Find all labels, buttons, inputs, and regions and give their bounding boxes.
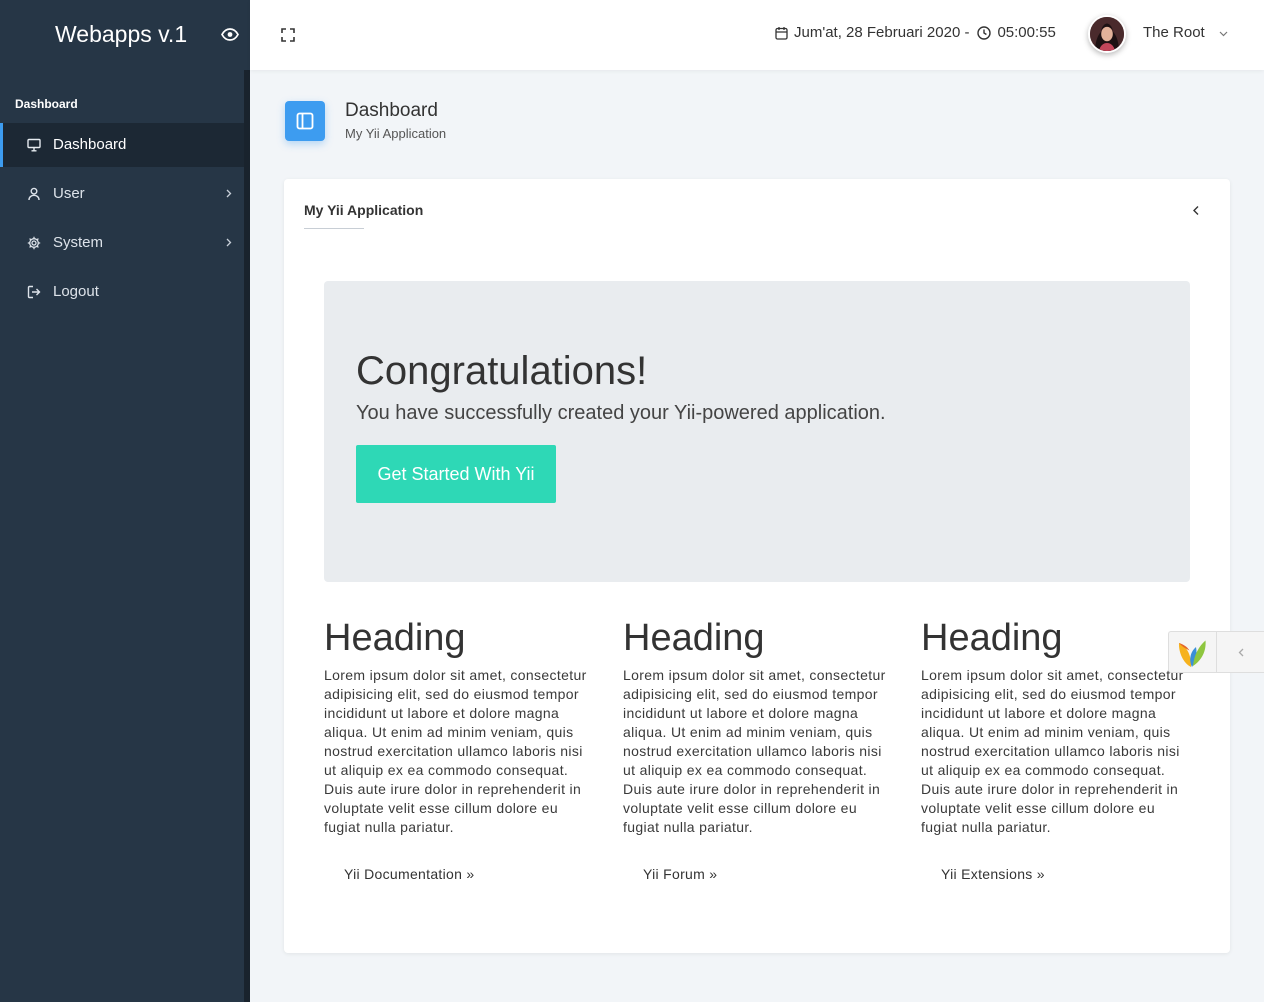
yii-extensions-link[interactable]: Yii Extensions » <box>941 864 1045 884</box>
top-navbar: Jum'at, 28 Februari 2020 - 05:00:55 The … <box>250 0 1264 70</box>
fullscreen-icon[interactable] <box>281 28 295 42</box>
card-title: My Yii Application <box>304 202 424 218</box>
chevron-right-icon <box>226 238 232 247</box>
page-header-icon <box>285 101 325 141</box>
column-body: Lorem ipsum dolor sit amet, consectetur … <box>324 667 587 835</box>
avatar[interactable] <box>1088 15 1126 53</box>
column-heading: Heading <box>623 617 765 659</box>
sidebar-item-label: System <box>53 234 104 251</box>
sidebar-item-label: Dashboard <box>53 136 127 153</box>
yii-forum-link[interactable]: Yii Forum » <box>643 864 717 884</box>
page-subtitle: My Yii Application <box>345 126 447 141</box>
feature-column: Heading Lorem ipsum dolor sit amet, cons… <box>324 617 589 897</box>
app-title: Webapps v.1 <box>55 21 188 47</box>
user-icon <box>27 187 41 201</box>
clock-icon <box>977 26 992 40</box>
user-menu[interactable]: The Root <box>1088 15 1238 55</box>
chevron-down-icon <box>1219 31 1228 37</box>
sidebar-section-label: Dashboard <box>15 97 78 111</box>
date-text: Jum'at, 28 Februari 2020 - <box>794 24 970 41</box>
feature-column: Heading Lorem ipsum dolor sit amet, cons… <box>921 617 1186 897</box>
column-heading: Heading <box>324 617 466 659</box>
debug-toolbar-toggle[interactable] <box>1217 632 1264 672</box>
page-title: Dashboard <box>345 100 438 121</box>
sidebar-scrollbar[interactable] <box>244 70 250 1002</box>
user-name: The Root <box>1143 24 1205 41</box>
chevron-left-icon[interactable] <box>1192 205 1200 216</box>
jumbotron-heading: Congratulations! <box>356 349 648 393</box>
sidebar-item-user[interactable]: User <box>0 172 244 216</box>
feature-column: Heading Lorem ipsum dolor sit amet, cons… <box>623 617 888 897</box>
jumbotron: Congratulations! You have successfully c… <box>324 281 1190 582</box>
yii-logo-button[interactable] <box>1169 632 1216 672</box>
monitor-icon <box>27 138 41 152</box>
card-title-underline <box>304 228 364 229</box>
calendar-icon <box>775 26 788 40</box>
sidebar: Webapps v.1 Dashboard Dashboard User Sys… <box>0 0 250 1002</box>
column-heading: Heading <box>921 617 1063 659</box>
gear-icon <box>27 236 41 250</box>
logout-icon <box>27 285 41 299</box>
sidebar-item-logout[interactable]: Logout <box>0 270 244 314</box>
datetime-display: Jum'at, 28 Februari 2020 - 05:00:55 <box>775 23 1056 43</box>
sidebar-item-system[interactable]: System <box>0 221 244 265</box>
chevron-right-icon <box>226 189 232 198</box>
column-body: Lorem ipsum dolor sit amet, consectetur … <box>623 667 886 835</box>
get-started-button[interactable]: Get Started With Yii <box>356 445 556 503</box>
yii-debug-toolbar <box>1168 631 1264 673</box>
eye-icon[interactable] <box>221 28 239 41</box>
time-text: 05:00:55 <box>997 24 1056 41</box>
sidebar-item-label: Logout <box>53 283 99 300</box>
sidebar-item-dashboard[interactable]: Dashboard <box>0 123 244 167</box>
yii-documentation-link[interactable]: Yii Documentation » <box>344 864 474 884</box>
content-card: My Yii Application Congratulations! You … <box>284 179 1230 953</box>
jumbotron-lead: You have successfully created your Yii-p… <box>356 402 886 424</box>
column-body: Lorem ipsum dolor sit amet, consectetur … <box>921 667 1184 835</box>
sidebar-item-label: User <box>53 185 85 202</box>
